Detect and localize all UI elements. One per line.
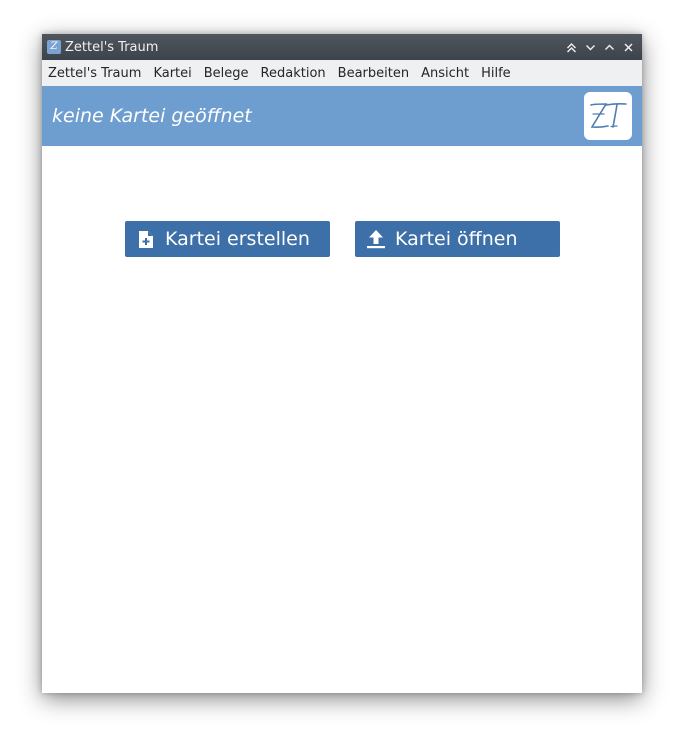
minimize-button[interactable] — [581, 38, 600, 57]
menu-item-hilfe[interactable]: Hilfe — [481, 66, 511, 81]
status-banner: keine Kartei geöffnet — [42, 86, 642, 146]
double-chevron-up-icon — [567, 42, 576, 52]
app-window: Z Zettel's Traum Zettel's Traum Kartei B… — [42, 34, 642, 693]
desktop-background: Z Zettel's Traum Zettel's Traum Kartei B… — [0, 0, 684, 743]
zt-logo-icon — [590, 103, 627, 128]
banner-status-text: keine Kartei geöffnet — [52, 105, 252, 127]
main-content: Kartei erstellen Kartei öffnen — [42, 146, 642, 693]
menu-item-belege[interactable]: Belege — [204, 66, 249, 81]
menu-item-kartei[interactable]: Kartei — [153, 66, 191, 81]
chevron-down-icon — [586, 44, 595, 50]
menu-item-bearbeiten[interactable]: Bearbeiten — [338, 66, 409, 81]
create-kartei-label: Kartei erstellen — [165, 228, 310, 250]
menu-bar: Zettel's Traum Kartei Belege Redaktion B… — [42, 60, 642, 86]
window-controls — [562, 34, 638, 60]
window-title: Zettel's Traum — [65, 39, 159, 55]
maximize-button[interactable] — [600, 38, 619, 57]
app-icon: Z — [47, 40, 61, 54]
title-bar[interactable]: Z Zettel's Traum — [42, 34, 642, 60]
menu-item-ansicht[interactable]: Ansicht — [421, 66, 469, 81]
open-kartei-button[interactable]: Kartei öffnen — [355, 221, 560, 257]
file-plus-icon — [136, 229, 156, 249]
close-button[interactable] — [619, 38, 638, 57]
menu-item-redaktion[interactable]: Redaktion — [261, 66, 326, 81]
keep-above-button[interactable] — [562, 38, 581, 57]
chevron-up-icon — [605, 44, 614, 50]
menu-item-zettels-traum[interactable]: Zettel's Traum — [48, 66, 141, 81]
upload-icon — [366, 229, 386, 249]
create-kartei-button[interactable]: Kartei erstellen — [125, 221, 330, 257]
app-logo — [584, 92, 632, 140]
close-icon — [624, 43, 633, 51]
open-kartei-label: Kartei öffnen — [395, 228, 518, 250]
